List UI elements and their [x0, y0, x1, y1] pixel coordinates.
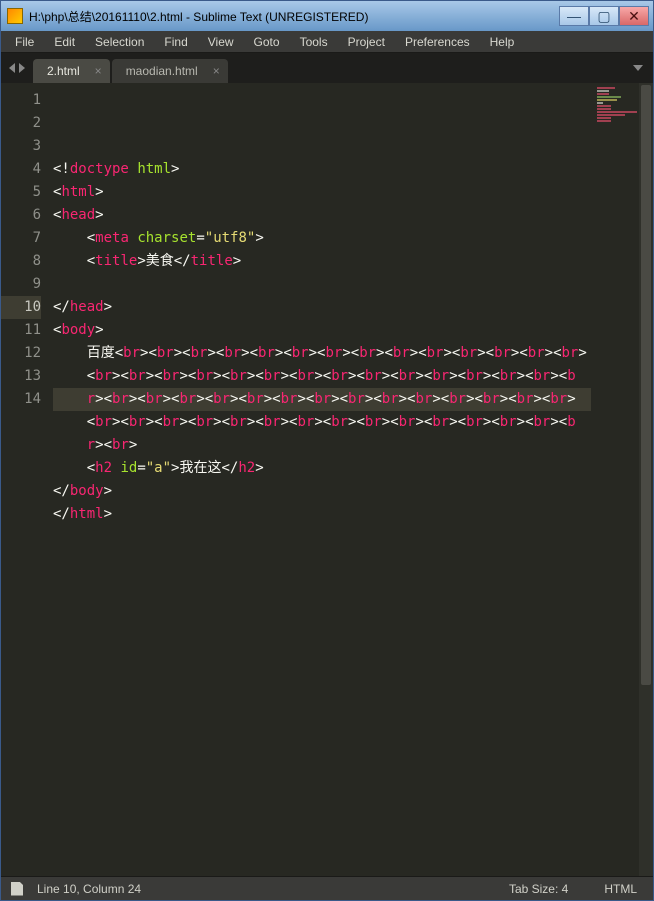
- line-number: 9: [1, 273, 41, 296]
- menubar: File Edit Selection Find View Goto Tools…: [1, 31, 653, 53]
- code-line: <!doctype html>: [53, 158, 591, 181]
- window-title: H:\php\总结\20161110\2.html - Sublime Text…: [29, 8, 559, 25]
- menu-edit[interactable]: Edit: [44, 33, 85, 51]
- status-file-icon[interactable]: [11, 882, 23, 896]
- statusbar: Line 10, Column 24 Tab Size: 4 HTML: [1, 876, 653, 900]
- status-position[interactable]: Line 10, Column 24: [31, 882, 147, 896]
- app-icon: [7, 8, 23, 24]
- menu-help[interactable]: Help: [480, 33, 525, 51]
- code-editor[interactable]: <!doctype html><html><head> <meta charse…: [53, 83, 591, 876]
- minimap-line: [597, 120, 611, 122]
- line-number: 6: [1, 204, 41, 227]
- vertical-scrollbar[interactable]: [639, 83, 653, 876]
- minimap-line: [597, 102, 603, 104]
- line-number: 10: [1, 296, 41, 319]
- tab-overflow-icon[interactable]: [633, 65, 643, 71]
- code-line: </html>: [53, 503, 591, 526]
- menu-selection[interactable]: Selection: [85, 33, 154, 51]
- menu-find[interactable]: Find: [154, 33, 197, 51]
- tabbar: 2.html × maodian.html ×: [1, 53, 653, 83]
- minimap-line: [597, 114, 625, 116]
- tab-label: 2.html: [47, 64, 80, 78]
- line-number: 12: [1, 342, 41, 365]
- line-number: 14: [1, 388, 41, 411]
- minimap-line: [597, 87, 615, 89]
- editor-area: 1234567891011121314 <!doctype html><html…: [1, 83, 653, 876]
- menu-view[interactable]: View: [198, 33, 244, 51]
- minimap-line: [597, 108, 611, 110]
- minimap-line: [597, 99, 617, 101]
- tab-close-icon[interactable]: ×: [95, 64, 102, 78]
- line-number: 1: [1, 89, 41, 112]
- line-number: 5: [1, 181, 41, 204]
- code-line: <meta charset="utf8">: [53, 227, 591, 250]
- minimap-line: [597, 93, 609, 95]
- status-syntax[interactable]: HTML: [598, 882, 643, 896]
- tab-2-html[interactable]: 2.html ×: [33, 59, 110, 83]
- tab-maodian-html[interactable]: maodian.html ×: [112, 59, 228, 83]
- minimize-button[interactable]: —: [559, 6, 589, 26]
- maximize-button[interactable]: ▢: [589, 6, 619, 26]
- minimap-line: [597, 90, 609, 92]
- minimap-line: [597, 111, 637, 113]
- tab-close-icon[interactable]: ×: [213, 64, 220, 78]
- menu-preferences[interactable]: Preferences: [395, 33, 480, 51]
- scrollbar-thumb[interactable]: [641, 85, 651, 685]
- code-line: </body>: [53, 480, 591, 503]
- gutter[interactable]: 1234567891011121314: [1, 83, 53, 876]
- code-line: 百度<br><br><br><br><br><br><br><br><br><b…: [53, 342, 591, 365]
- menu-goto[interactable]: Goto: [244, 33, 290, 51]
- code-line: <body>: [53, 319, 591, 342]
- line-number: 4: [1, 158, 41, 181]
- code-line: <h2 id="a">我在这</h2>: [53, 457, 591, 480]
- close-button[interactable]: ✕: [619, 6, 649, 26]
- menu-tools[interactable]: Tools: [290, 33, 338, 51]
- menu-project[interactable]: Project: [338, 33, 395, 51]
- line-number: 3: [1, 135, 41, 158]
- line-number: 11: [1, 319, 41, 342]
- code-line: <title>美食</title>: [53, 250, 591, 273]
- line-number: 7: [1, 227, 41, 250]
- minimap-line: [597, 117, 611, 119]
- code-line: r><br>: [53, 434, 591, 457]
- tab-nav: [9, 63, 25, 73]
- code-line: </head>: [53, 296, 591, 319]
- code-line: [53, 526, 591, 549]
- minimap-line: [597, 105, 611, 107]
- tab-label: maodian.html: [126, 64, 198, 78]
- code-line: [53, 273, 591, 296]
- code-line: <br><br><br><br><br><br><br><br><br><br>…: [53, 411, 591, 434]
- app-window: H:\php\总结\20161110\2.html - Sublime Text…: [0, 0, 654, 901]
- line-number: 2: [1, 112, 41, 135]
- code-line: [53, 549, 591, 572]
- code-line: <br><br><br><br><br><br><br><br><br><br>…: [53, 365, 591, 388]
- status-tabsize[interactable]: Tab Size: 4: [503, 882, 574, 896]
- code-line: r><br><br><br><br><br><br><br><br><br><b…: [53, 388, 591, 411]
- titlebar[interactable]: H:\php\总结\20161110\2.html - Sublime Text…: [1, 1, 653, 31]
- minimap[interactable]: [591, 83, 639, 876]
- code-line: <head>: [53, 204, 591, 227]
- line-number: 13: [1, 365, 41, 388]
- minimap-line: [597, 96, 621, 98]
- line-number: 8: [1, 250, 41, 273]
- tab-prev-icon[interactable]: [9, 63, 15, 73]
- menu-file[interactable]: File: [5, 33, 44, 51]
- tab-next-icon[interactable]: [19, 63, 25, 73]
- code-line: <html>: [53, 181, 591, 204]
- window-controls: — ▢ ✕: [559, 6, 649, 26]
